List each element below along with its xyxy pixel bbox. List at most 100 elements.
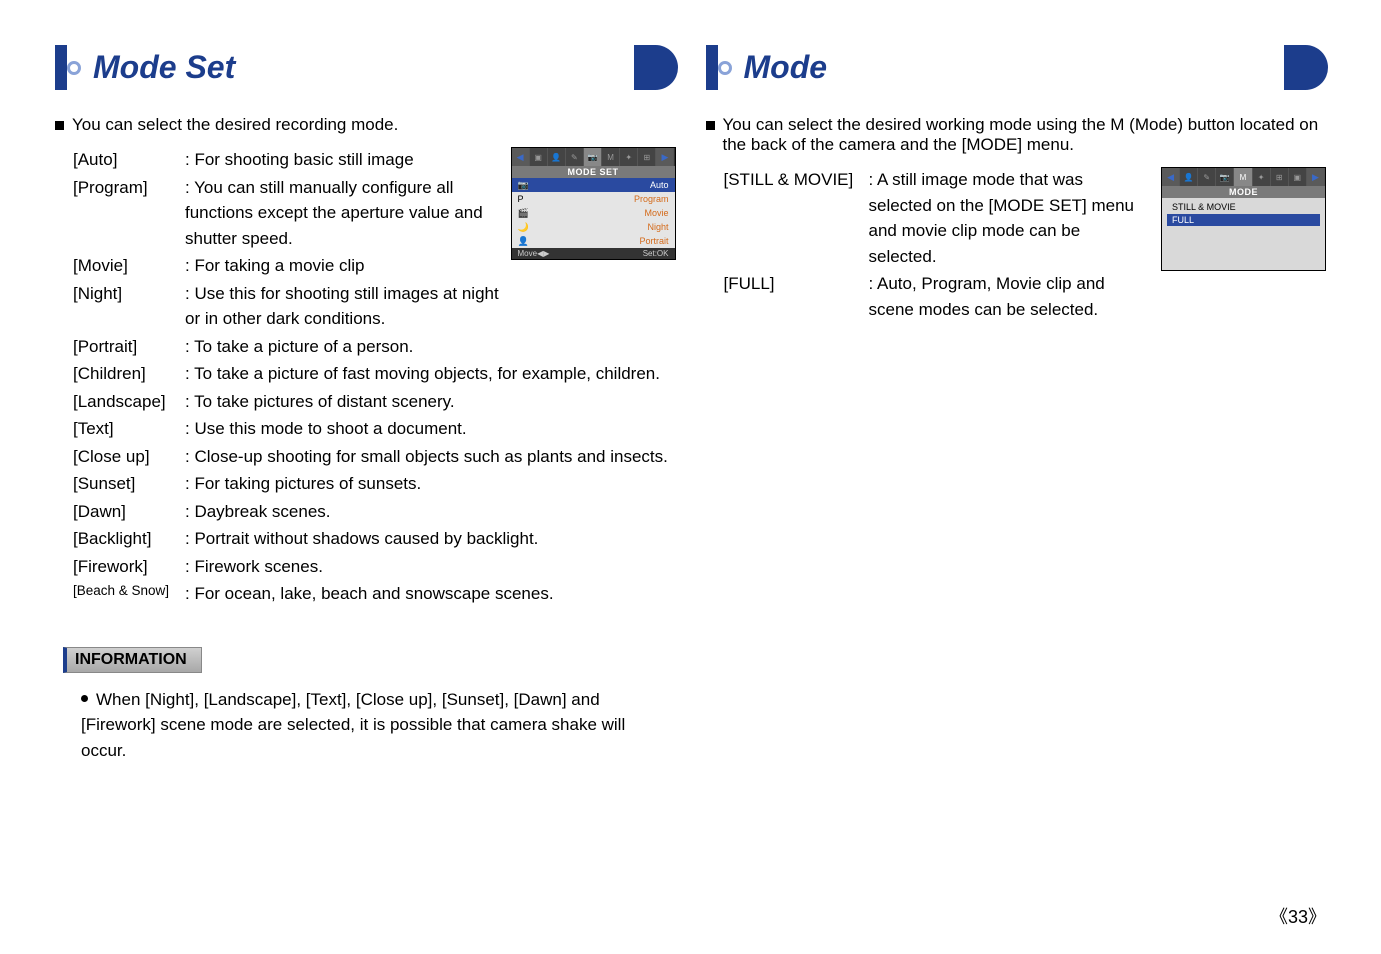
- mode-row: [Auto]: For shooting basic still image: [73, 147, 501, 173]
- menu-item-label: Program: [552, 194, 669, 204]
- mode-row: [Backlight]: Portrait without shadows ca…: [73, 526, 676, 552]
- mode-row: [Text]: Use this mode to shoot a documen…: [73, 416, 676, 442]
- menu-tab: ✦: [620, 148, 638, 166]
- information-header: INFORMATION: [63, 647, 202, 673]
- mode-label: [Close up]: [73, 444, 185, 470]
- mode-row: [STILL & MOVIE]: A still image mode that…: [724, 167, 1152, 269]
- mode-desc: : Portrait without shadows caused by bac…: [185, 526, 676, 552]
- menu-tab: ✦: [1253, 168, 1271, 186]
- menu-option-selected: FULL: [1167, 214, 1320, 226]
- mode-label: [Children]: [73, 361, 185, 387]
- camera-menu-mode: ◀ 👤 ✎ 📷 M ✦ ⊞ ▣ ▶ MODE STILL & MOVIE FUL…: [1161, 167, 1326, 271]
- mode-desc: : Use this for shooting still images at …: [185, 281, 501, 332]
- menu-tab: 📷: [1216, 168, 1234, 186]
- tab-arrow-right-icon: ▶: [656, 148, 674, 166]
- mode-row: [Dawn]: Daybreak scenes.: [73, 499, 676, 525]
- page-number: 《33》: [1270, 903, 1326, 929]
- mode-label: [Backlight]: [73, 526, 185, 552]
- menu-tab: ✎: [1198, 168, 1216, 186]
- menu-item: 📷 Auto: [512, 178, 675, 192]
- mode-label: [STILL & MOVIE]: [724, 167, 869, 193]
- menu-tab-active: M: [1234, 168, 1252, 186]
- menu-item: 🌙 Night: [512, 220, 675, 234]
- mode-desc: : To take a picture of a person.: [185, 334, 676, 360]
- mode-label: [Landscape]: [73, 389, 185, 415]
- menu-item-label: Portrait: [552, 236, 669, 246]
- bullet-dot-icon: [81, 695, 88, 702]
- mode-label: [Text]: [73, 416, 185, 442]
- mode-label: [FULL]: [724, 271, 869, 297]
- mode-desc: : Auto, Program, Movie clip and scene mo…: [869, 271, 1152, 322]
- menu-option: STILL & MOVIE: [1167, 201, 1320, 213]
- mode-row: [Close up]: Close-up shooting for small …: [73, 444, 676, 470]
- menu-tab: ▣: [1289, 168, 1307, 186]
- camera-icon: 📷: [518, 180, 552, 191]
- menu-item: 👤 Portrait: [512, 234, 675, 248]
- mode-row: [Program]: You can still manually config…: [73, 175, 501, 252]
- mode-label: [Beach & Snow]: [73, 581, 185, 601]
- section-title: Mode: [744, 49, 828, 86]
- intro-text: You can select the desired recording mod…: [55, 115, 676, 135]
- mode-label: [Program]: [73, 175, 185, 201]
- mode-desc: : For shooting basic still image: [185, 147, 501, 173]
- menu-item-label: Night: [552, 222, 669, 232]
- information-box: INFORMATION When [Night], [Landscape], […: [63, 647, 676, 774]
- mode-row: [FULL]: Auto, Program, Movie clip and sc…: [724, 271, 1152, 322]
- mode-row: [Children]: To take a picture of fast mo…: [73, 361, 676, 387]
- mode-label: [Auto]: [73, 147, 185, 173]
- square-bullet-icon: [55, 121, 64, 130]
- mode-desc: : Daybreak scenes.: [185, 499, 676, 525]
- menu-tab: 👤: [548, 148, 566, 166]
- menu-tab-active: 📷: [584, 148, 602, 166]
- bullet-icon: [67, 61, 81, 75]
- mode-row: [Firework]: Firework scenes.: [73, 554, 676, 580]
- intro-text: You can select the desired working mode …: [706, 115, 1327, 155]
- mode-label: [Night]: [73, 281, 185, 307]
- menu-title: MODE: [1162, 186, 1325, 198]
- menu-tab: ⊞: [1271, 168, 1289, 186]
- movie-icon: 🎬: [518, 208, 552, 219]
- mode-desc: : To take a picture of fast moving objec…: [185, 361, 676, 387]
- bullet-icon: [718, 61, 732, 75]
- tab-arrow-left-icon: ◀: [1162, 168, 1180, 186]
- menu-tab: M: [602, 148, 620, 166]
- mode-label: [Movie]: [73, 253, 185, 279]
- intro-content: You can select the desired recording mod…: [72, 115, 398, 135]
- menu-item: 🎬 Movie: [512, 206, 675, 220]
- mode-label: [Sunset]: [73, 471, 185, 497]
- mode-desc: : For taking a movie clip: [185, 253, 501, 279]
- section-header-mode: Mode: [706, 45, 1327, 90]
- program-icon: P: [518, 194, 552, 204]
- mode-label: [Dawn]: [73, 499, 185, 525]
- menu-item-label: Auto: [552, 180, 669, 190]
- mode-desc: : For ocean, lake, beach and snowscape s…: [185, 581, 676, 607]
- mode-label: [Portrait]: [73, 334, 185, 360]
- menu-tab: ▣: [530, 148, 548, 166]
- mode-row: [Portrait]: To take a picture of a perso…: [73, 334, 676, 360]
- mode-row: [Landscape]: To take pictures of distant…: [73, 389, 676, 415]
- menu-tab: 👤: [1180, 168, 1198, 186]
- menu-item-label: Movie: [552, 208, 669, 218]
- menu-tab: ✎: [566, 148, 584, 166]
- tab-arrow-right-icon: ▶: [1307, 168, 1325, 186]
- mode-row: [Night]: Use this for shooting still ima…: [73, 281, 501, 332]
- information-text: When [Night], [Landscape], [Text], [Clos…: [81, 690, 625, 760]
- night-icon: 🌙: [518, 222, 552, 233]
- menu-item: P Program: [512, 192, 675, 206]
- mode-desc: : To take pictures of distant scenery.: [185, 389, 676, 415]
- intro-content: You can select the desired working mode …: [723, 115, 1327, 155]
- mode-row: [Movie]: For taking a movie clip: [73, 253, 501, 279]
- mode-desc: : For taking pictures of sunsets.: [185, 471, 676, 497]
- menu-foot-set: Set:OK: [643, 249, 669, 258]
- menu-tab: ⊞: [638, 148, 656, 166]
- mode-row: [Sunset]: For taking pictures of sunsets…: [73, 471, 676, 497]
- tab-arrow-left-icon: ◀: [512, 148, 530, 166]
- mode-desc: : Close-up shooting for small objects su…: [185, 444, 676, 470]
- menu-title: MODE SET: [512, 166, 675, 178]
- mode-desc: : Use this mode to shoot a document.: [185, 416, 676, 442]
- section-header-mode-set: Mode Set: [55, 45, 676, 90]
- mode-label: [Firework]: [73, 554, 185, 580]
- mode-desc: : Firework scenes.: [185, 554, 676, 580]
- mode-row: [Beach & Snow]: For ocean, lake, beach a…: [73, 581, 676, 607]
- portrait-icon: 👤: [518, 236, 552, 247]
